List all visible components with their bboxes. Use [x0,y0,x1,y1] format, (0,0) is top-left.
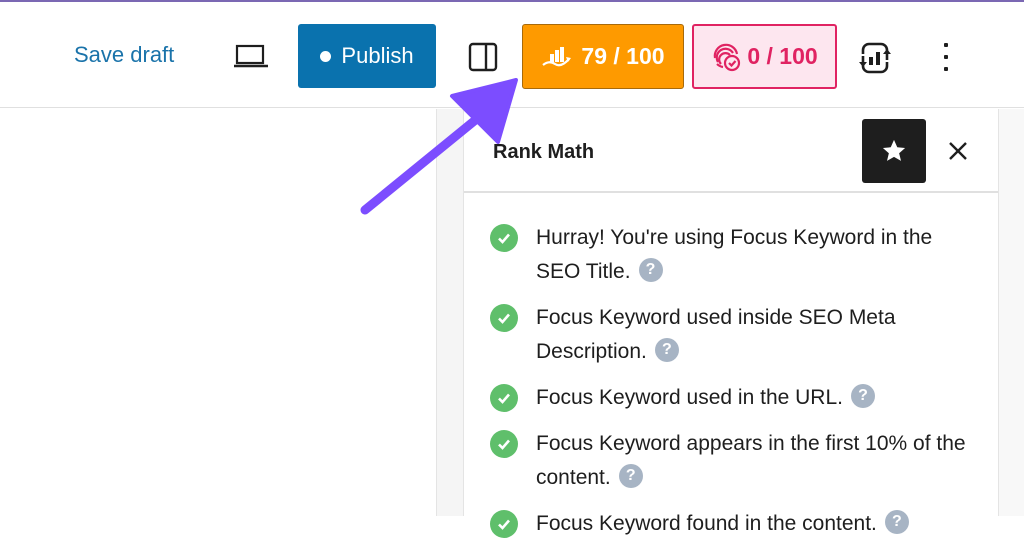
check-pass-icon [490,384,518,412]
preview-button[interactable] [233,42,269,72]
more-vertical-icon-dot [944,43,948,47]
help-icon[interactable]: ? [884,510,909,535]
check-pass-icon [490,304,518,332]
check-item: Focus Keyword appears in the first 10% o… [490,427,970,495]
seo-checks-list: Hurray! You're using Focus Keyword in th… [490,221,970,553]
check-text: Focus Keyword used in the URL. [536,386,843,409]
editor-toolbar: Save draft Publish 79 / 100 0 / 100 [0,2,1024,108]
more-vertical-icon-dot [944,67,948,71]
help-icon[interactable]: ? [618,464,643,489]
fingerprint-check-icon [714,43,741,71]
help-icon[interactable]: ? [638,258,663,283]
close-icon [949,142,967,160]
check-pass-icon [490,224,518,252]
editor-canvas-edge [436,109,464,516]
check-text: Focus Keyword used inside SEO Meta Descr… [536,306,896,363]
seo-score-button[interactable]: 79 / 100 [522,24,684,89]
analytics-refresh-icon [859,42,891,74]
publish-label: Publish [341,43,414,68]
check-text: Focus Keyword appears in the first 10% o… [536,432,966,489]
check-item: Hurray! You're using Focus Keyword in th… [490,221,970,289]
check-text: Hurray! You're using Focus Keyword in th… [536,226,933,283]
seo-score-value: 79 / 100 [581,43,665,69]
check-pass-icon [490,510,518,538]
pin-star-button[interactable] [862,119,926,183]
check-item: Focus Keyword used inside SEO Meta Descr… [490,301,970,369]
more-vertical-icon-dot [944,55,948,59]
panel-title: Rank Math [493,141,595,163]
rank-math-panel: Rank Math Hurray! You're using Focus Key… [464,109,998,538]
more-options-button[interactable] [936,40,956,74]
settings-sidebar-toggle[interactable] [467,41,499,73]
check-item: Focus Keyword used in the URL.? [490,381,970,415]
content-ai-score-button[interactable]: 0 / 100 [692,24,837,89]
publish-button[interactable]: Publish [298,24,436,88]
check-text: Focus Keyword found in the content. [536,512,877,535]
panel-header: Rank Math [464,109,998,193]
check-item: Focus Keyword found in the content.? [490,507,970,541]
laptop-icon [234,44,268,68]
save-draft-button[interactable]: Save draft [74,42,174,68]
content-ai-score-value: 0 / 100 [747,43,818,69]
close-panel-button[interactable] [944,137,972,165]
check-pass-icon [490,430,518,458]
help-icon[interactable]: ? [654,338,679,363]
star-icon [882,139,906,161]
sidebar-scrollbar[interactable] [998,109,1024,516]
analytics-button[interactable] [857,40,893,76]
seo-chart-icon [542,46,572,66]
help-icon[interactable]: ? [850,384,875,409]
sidebar-icon [468,42,498,72]
status-dot-icon [320,50,332,62]
